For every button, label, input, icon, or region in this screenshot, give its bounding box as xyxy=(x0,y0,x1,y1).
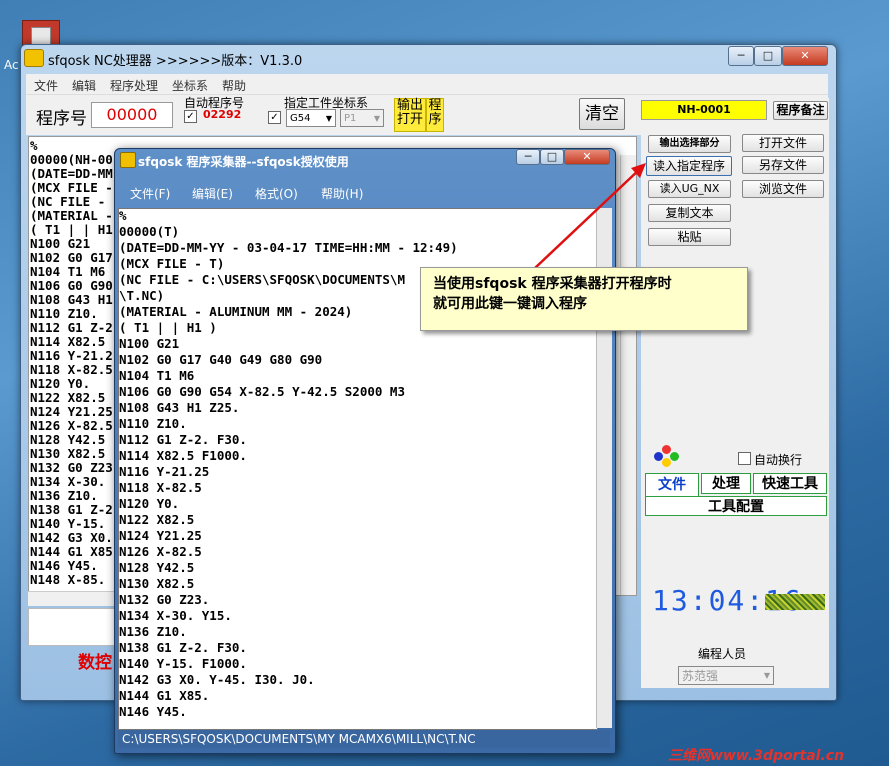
callout-line-2: 就可用此键一键调入程序 xyxy=(433,296,587,312)
callout-line-1: 当使用sfqosk 程序采集器打开程序时 xyxy=(433,276,672,292)
watermark: 三维网www.3dportal.cn xyxy=(668,748,845,764)
annotation-arrow xyxy=(534,163,646,269)
annotation-callout: 当使用sfqosk 程序采集器打开程序时 就可用此键一键调入程序 xyxy=(420,267,748,331)
